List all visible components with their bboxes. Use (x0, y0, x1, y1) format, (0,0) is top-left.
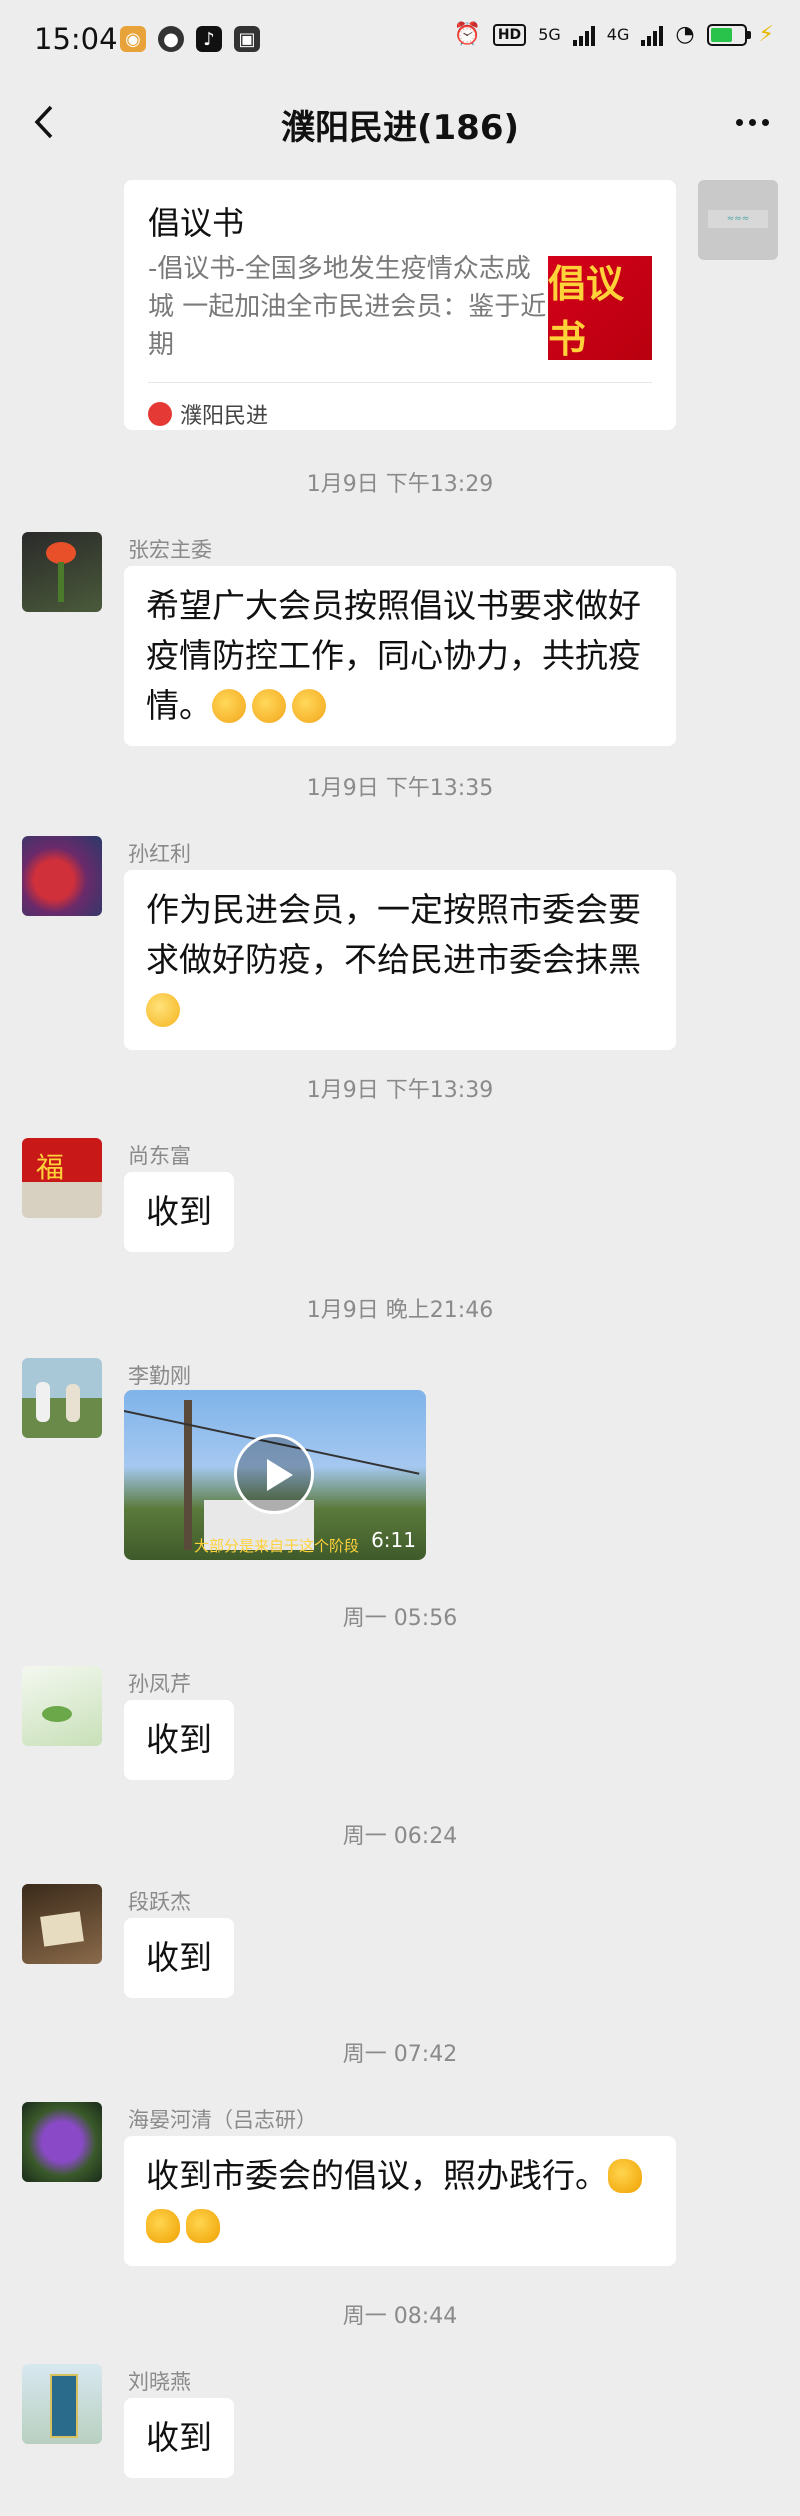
card-description: -倡议书-全国多地发生疫情众志成城 一起加油全市民进会员：鉴于近期 (148, 254, 547, 360)
signal-5g-icon (572, 24, 595, 46)
sender-name: 李勤刚 (128, 1364, 191, 1388)
avatar[interactable] (22, 1884, 102, 1964)
battery-icon (706, 23, 751, 46)
thumbs-up-emoji-icon (186, 2209, 220, 2243)
thumbs-up-emoji-icon (608, 2159, 642, 2193)
timestamp: 周一 05:56 (342, 1606, 458, 1631)
avatar[interactable] (22, 532, 102, 612)
chat-icon: ● (158, 26, 184, 52)
sender-name: 孙凤芹 (128, 1672, 191, 1696)
wifi-icon: ◔ (675, 22, 695, 47)
avatar[interactable]: 福 (22, 1138, 102, 1218)
timestamp: 1月9日 下午13:39 (306, 1078, 494, 1103)
message-bubble[interactable]: 收到 (124, 1918, 234, 1998)
avatar[interactable] (22, 2364, 102, 2444)
timestamp: 周一 06:24 (342, 1824, 458, 1849)
card-source: 濮阳民进 (180, 404, 269, 429)
charging-icon: ⚡ (758, 22, 774, 47)
chat-title: 濮阳民进(186) (280, 108, 520, 148)
fist-emoji-icon (252, 689, 286, 723)
message-bubble[interactable]: 希望广大会员按照倡议书要求做好疫情防控工作，同心协力，共抗疫情。 (124, 566, 676, 746)
article-card[interactable]: 倡议书 -倡议书-全国多地发生疫情众志成城 一起加油全市民进会员：鉴于近期 倡议… (124, 180, 676, 430)
timestamp: 1月9日 晚上21:46 (306, 1298, 494, 1323)
avatar[interactable] (22, 1666, 102, 1746)
fist-emoji-icon (212, 689, 246, 723)
signal-4g-icon (641, 24, 664, 46)
system-icons: ⏰ HD 5G 4G ◔ ⚡ (453, 22, 774, 47)
avatar[interactable] (22, 2102, 102, 2182)
play-icon[interactable] (234, 1434, 314, 1514)
message-bubble[interactable]: 作为民进会员，一定按照市委会要求做好防疫，不给民进市委会抹黑 (124, 870, 676, 1050)
message-text: 收到 (146, 1192, 212, 1231)
divider (148, 382, 652, 383)
avatar[interactable] (22, 1358, 102, 1438)
sender-name: 刘晓燕 (128, 2370, 191, 2394)
timestamp: 周一 07:42 (342, 2042, 458, 2067)
card-thumbnail: 倡议书 (548, 256, 652, 361)
video-duration: 6:11 (371, 1528, 416, 1552)
sender-name: 尚东富 (128, 1144, 191, 1168)
gallery-icon: ▣ (234, 26, 260, 52)
account-logo-icon (148, 402, 172, 426)
message-text: 收到 (146, 1938, 212, 1977)
alarm-icon: ⏰ (453, 22, 481, 47)
sender-name: 段跃杰 (128, 1890, 191, 1914)
message-bubble[interactable]: 收到 (124, 1700, 234, 1780)
message-text: 收到 (146, 2418, 212, 2457)
tiktok-icon: ♪ (196, 26, 222, 52)
card-title: 倡议书 (148, 204, 245, 242)
timestamp: 1月9日 下午13:35 (306, 776, 494, 801)
thumbs-up-emoji-icon (146, 2209, 180, 2243)
video-message[interactable]: 大部分是来自于这个阶段 6:11 (124, 1390, 426, 1560)
hd-icon: HD (492, 23, 527, 46)
sender-name: 张宏主委 (128, 538, 212, 562)
5g-label: 5G (538, 25, 561, 44)
notification-icons: ◉ ● ♪ ▣ (120, 26, 260, 52)
timestamp: 1月9日 下午13:29 (306, 472, 494, 497)
sender-name: 孙红利 (128, 842, 191, 866)
message-text: 收到 (146, 1720, 212, 1759)
more-options-button[interactable] (728, 102, 776, 142)
sender-name: 海晏河清（吕志研） (128, 2108, 317, 2132)
message-text: 收到市委会的倡议，照办践行。 (146, 2156, 608, 2195)
video-caption: 大部分是来自于这个阶段 (194, 1537, 360, 1555)
status-bar: 15:04 ◉ ● ♪ ▣ ⏰ HD 5G 4G ◔ ⚡ (0, 0, 800, 86)
thinking-emoji-icon (146, 993, 180, 1027)
message-bubble[interactable]: 收到 (124, 2398, 234, 2478)
message-bubble[interactable]: 收到市委会的倡议，照办践行。 (124, 2136, 676, 2266)
clock: 15:04 (34, 22, 118, 56)
4g-label: 4G (606, 25, 630, 44)
message-text: 作为民进会员，一定按照市委会要求做好防疫，不给民进市委会抹黑 (146, 890, 641, 979)
avatar[interactable] (22, 836, 102, 916)
fist-emoji-icon (292, 689, 326, 723)
chat-header: 濮阳民进(186) (0, 86, 800, 156)
message-bubble[interactable]: 收到 (124, 1172, 234, 1252)
my-avatar[interactable]: ≈≈≈ (698, 180, 778, 260)
weibo-icon: ◉ (120, 26, 146, 52)
timestamp: 周一 08:44 (342, 2304, 458, 2329)
